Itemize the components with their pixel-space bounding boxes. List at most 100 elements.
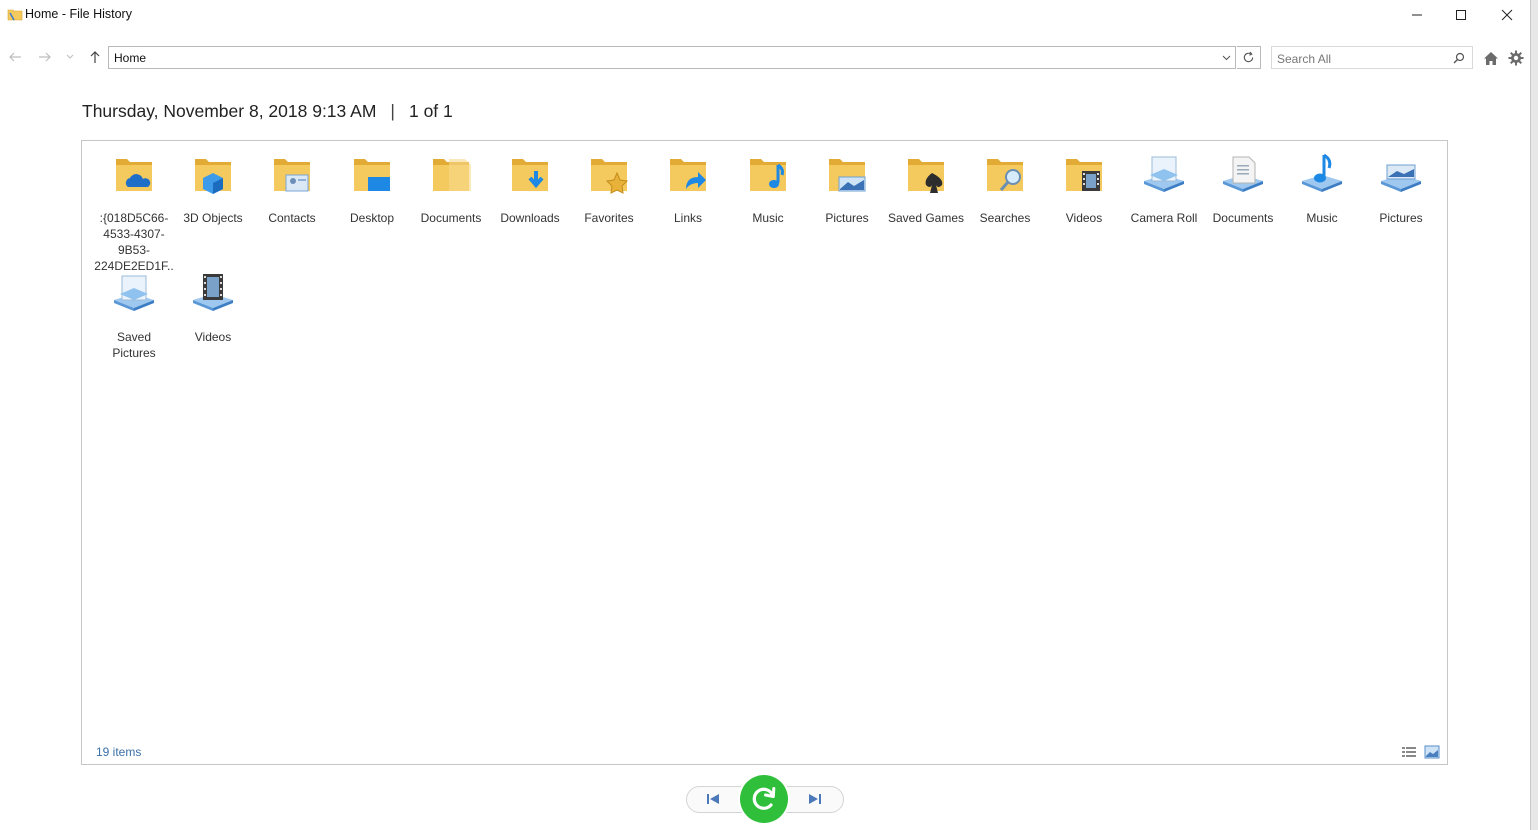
settings-button[interactable] <box>1506 48 1526 68</box>
folder-item[interactable]: Pictures <box>807 149 887 265</box>
file-history-app-icon <box>7 9 23 21</box>
pictures-folder-icon <box>829 159 866 192</box>
forward-arrow-icon <box>39 52 51 62</box>
folder-item-label: Searches <box>979 211 1031 225</box>
folder-item-label: Favorites <box>584 211 634 225</box>
maximize-icon <box>1456 10 1466 20</box>
videos-folder-icon <box>1066 159 1102 191</box>
skip-previous-icon <box>707 794 719 804</box>
folder-item[interactable]: Searches <box>965 149 1045 265</box>
folder-item[interactable]: Documents <box>1203 149 1283 265</box>
title-bar: Home - File History <box>0 0 1530 30</box>
backup-datetime: Thursday, November 8, 2018 9:13 AM <box>82 101 377 121</box>
back-arrow-icon <box>9 52 21 62</box>
previous-version-button[interactable] <box>704 790 722 808</box>
item-count: 19 items <box>96 745 142 759</box>
playback-controls <box>686 775 844 823</box>
music-library-icon <box>1302 153 1342 192</box>
downloads-folder-icon <box>512 159 548 191</box>
folder-item-label: Contacts <box>268 211 316 225</box>
address-dropdown-button[interactable] <box>1219 50 1233 66</box>
folder-item[interactable]: :{018D5C66-4533-4307-9B53-224DE2ED1F... <box>94 149 174 289</box>
folder-item[interactable]: Saved Pictures <box>94 268 174 384</box>
back-button[interactable] <box>6 48 24 66</box>
folder-item-label: Pictures <box>825 211 869 225</box>
folder-item-label: Saved Games <box>887 211 965 225</box>
details-view-icon[interactable] <box>1401 745 1417 759</box>
folder-item-label: Videos <box>194 330 232 344</box>
documents-folder-icon <box>433 159 471 191</box>
search-box[interactable]: Search All <box>1271 46 1473 69</box>
folder-item-label: 3D Objects <box>183 211 243 225</box>
refresh-button[interactable] <box>1237 46 1261 69</box>
music-folder-icon <box>750 159 786 191</box>
folder-item-label: Downloads <box>500 211 560 225</box>
folder-item-label: Pictures <box>1379 211 1423 225</box>
up-button[interactable] <box>86 48 104 66</box>
close-button[interactable] <box>1484 0 1530 30</box>
folder-item[interactable]: Videos <box>1044 149 1124 265</box>
saved-pictures-library-icon <box>114 275 154 311</box>
folder-item-label: Saved Pictures <box>112 330 156 360</box>
minimize-button[interactable] <box>1394 0 1440 30</box>
skip-next-icon <box>809 794 821 804</box>
restore-icon <box>752 787 776 810</box>
onedrive-folder-icon <box>116 159 152 191</box>
folder-item[interactable]: Desktop <box>332 149 412 265</box>
backup-header: Thursday, November 8, 2018 9:13 AM | 1 of … <box>82 101 453 122</box>
desktop-folder-icon <box>354 159 390 191</box>
minimize-icon <box>1412 14 1422 16</box>
folder-item[interactable]: Videos <box>173 268 253 384</box>
folder-item[interactable]: Favorites <box>569 149 649 265</box>
chevron-down-icon <box>66 54 74 59</box>
folder-item[interactable]: Downloads <box>490 149 570 265</box>
folder-item[interactable]: Music <box>728 149 808 265</box>
file-view-panel: :{018D5C66-4533-4307-9B53-224DE2ED1F... 3… <box>81 140 1448 765</box>
folder-item[interactable]: Contacts <box>252 149 332 265</box>
refresh-icon <box>1243 51 1254 63</box>
forward-button[interactable] <box>36 48 54 66</box>
folder-item[interactable]: Saved Games <box>886 149 966 265</box>
pictures-library-icon <box>1381 164 1421 192</box>
documents-library-icon <box>1223 156 1263 192</box>
next-version-button[interactable] <box>806 790 824 808</box>
searches-folder-icon <box>987 159 1023 191</box>
folder-item-label: Desktop <box>349 211 395 225</box>
folder-item[interactable]: Music <box>1282 149 1362 265</box>
camera-roll-library-icon <box>1144 156 1184 192</box>
address-bar[interactable]: Home <box>108 46 1236 69</box>
folder-item[interactable]: Pictures <box>1361 149 1441 265</box>
favorites-folder-icon <box>591 159 629 194</box>
backup-page-indicator: 1 of 1 <box>408 101 453 121</box>
folder-item[interactable]: Documents <box>411 149 491 265</box>
folder-item-label: Links <box>673 211 702 225</box>
folder-item[interactable]: 3D Objects <box>173 149 253 265</box>
navigation-bar: Home Search All <box>0 44 1530 70</box>
maximize-button[interactable] <box>1438 0 1484 30</box>
folder-item-label: Music <box>1306 211 1338 225</box>
folder-item-label: Music <box>752 211 784 225</box>
contacts-folder-icon <box>274 159 310 192</box>
home-button[interactable] <box>1481 48 1501 68</box>
home-icon <box>1484 51 1498 65</box>
folder-item[interactable]: Links <box>648 149 728 265</box>
folder-item-label: Documents <box>420 211 482 225</box>
3d-objects-folder-icon <box>195 159 231 194</box>
folder-item-label: Documents <box>1212 211 1274 225</box>
restore-button[interactable] <box>740 775 788 823</box>
saved-games-folder-icon <box>908 159 944 193</box>
address-text: Home <box>114 51 147 65</box>
window-edge <box>1530 0 1538 830</box>
up-arrow-icon <box>90 51 100 63</box>
search-input[interactable]: Search All <box>1277 52 1331 66</box>
recent-locations-button[interactable] <box>61 48 79 66</box>
links-folder-icon <box>670 159 706 191</box>
search-icon[interactable] <box>1452 51 1466 65</box>
videos-library-icon <box>193 274 233 311</box>
folder-item-label: Camera Roll <box>1130 211 1198 225</box>
folder-item-label: Videos <box>1065 211 1103 225</box>
header-separator: | <box>390 101 395 121</box>
folder-item[interactable]: Camera Roll <box>1124 149 1204 265</box>
chevron-down-icon <box>1222 55 1230 61</box>
large-icons-view-icon[interactable] <box>1424 745 1440 759</box>
